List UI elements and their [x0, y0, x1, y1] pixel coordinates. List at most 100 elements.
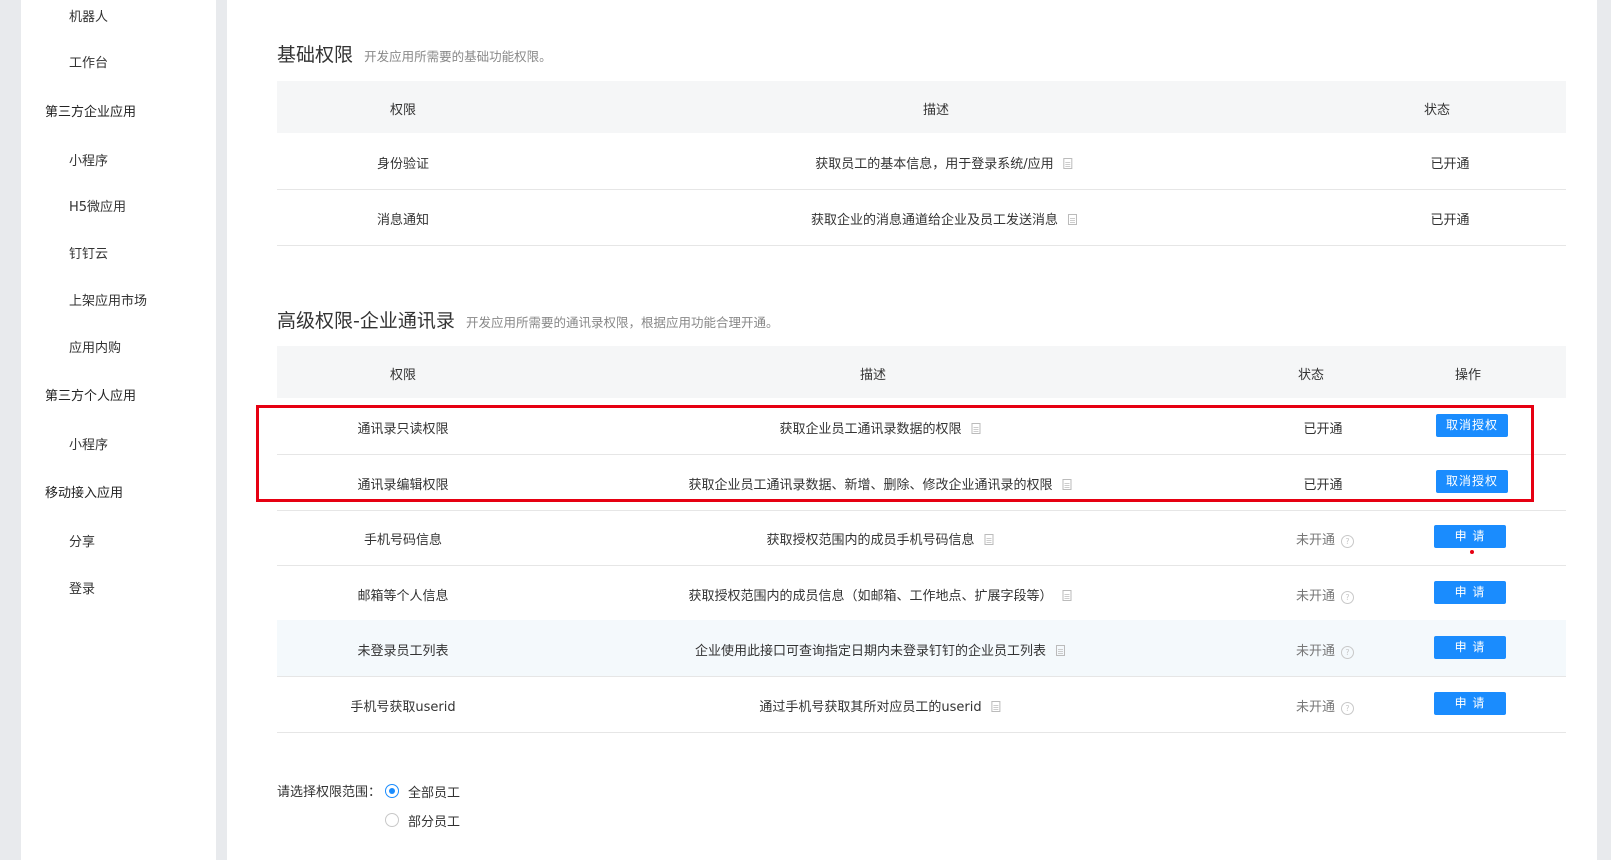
document-icon[interactable]: [1063, 158, 1073, 169]
perm-status: 未开通: [1295, 700, 1336, 715]
annotation-dot: [1470, 550, 1474, 554]
apply-button[interactable]: 申 请: [1434, 692, 1506, 715]
col-status: 状态: [1423, 103, 1451, 118]
sidebar-item-login[interactable]: 登录: [69, 578, 95, 597]
question-icon[interactable]: ?: [1341, 591, 1355, 604]
perm-name: 手机号码信息: [363, 533, 443, 548]
sidebar-item-dingtalk-cloud[interactable]: 钉钉云: [69, 243, 108, 262]
perm-desc: 通过手机号获取其所对应员工的userid: [759, 700, 982, 715]
apply-button[interactable]: 申 请: [1434, 525, 1506, 548]
perm-status: 已开通: [1430, 157, 1470, 172]
sidebar-item-robot[interactable]: 机器人: [69, 6, 108, 25]
sidebar: 机器人 工作台 第三方企业应用 小程序 H5微应用 钉钉云 上架应用市场 应用内…: [21, 0, 216, 860]
scope-label: 请选择权限范围：: [277, 785, 382, 800]
perm-status-wrap: 未开通?: [1295, 585, 1355, 604]
perm-desc-wrap: 获取企业员工通讯录数据的权限: [779, 418, 981, 437]
table-row: 手机号获取userid 通过手机号获取其所对应员工的userid 未开通? 申 …: [277, 676, 1566, 733]
perm-desc-wrap: 获取授权范围内的成员信息（如邮箱、工作地点、扩展字段等）: [688, 585, 1072, 604]
document-icon[interactable]: [1068, 214, 1078, 225]
question-icon[interactable]: ?: [1341, 646, 1355, 659]
perm-status-wrap: 未开通?: [1295, 696, 1355, 715]
sidebar-item-h5-micro-app[interactable]: H5微应用: [69, 196, 126, 215]
apply-button[interactable]: 申 请: [1434, 636, 1506, 659]
col-desc: 描述: [859, 368, 887, 383]
advanced-desc: 开发应用所需要的通讯录权限，根据应用功能合理开通。: [465, 315, 779, 330]
basic-desc: 开发应用所需要的基础功能权限。: [364, 49, 552, 64]
col-action: 操作: [1454, 368, 1482, 383]
sidebar-item-in-app-purchase[interactable]: 应用内购: [69, 337, 121, 356]
perm-status: 已开通: [1430, 213, 1470, 228]
scope-radio-all[interactable]: [385, 784, 399, 798]
document-icon[interactable]: [991, 701, 1001, 712]
perm-name: 通讯录编辑权限: [357, 478, 449, 493]
perm-desc: 获取员工的基本信息，用于登录系统/应用: [815, 157, 1054, 172]
sidebar-group-mobile-access[interactable]: 移动接入应用: [45, 482, 123, 501]
perm-desc-wrap: 获取企业的消息通道给企业及员工发送消息: [810, 209, 1078, 228]
perm-desc: 获取授权范围内的成员信息（如邮箱、工作地点、扩展字段等）: [688, 589, 1053, 604]
basic-section-title: 基础权限 开发应用所需要的基础功能权限。: [277, 40, 552, 67]
perm-name: 通讯录只读权限: [357, 422, 449, 437]
perm-desc-wrap: 获取企业员工通讯录数据、新增、删除、修改企业通讯录的权限: [688, 474, 1072, 493]
table-row: 身份验证 获取员工的基本信息，用于登录系统/应用 已开通: [277, 133, 1566, 190]
sidebar-item-mini-program-personal[interactable]: 小程序: [69, 434, 108, 453]
sidebar-item-share[interactable]: 分享: [69, 531, 95, 550]
sidebar-group-third-party-personal[interactable]: 第三方个人应用: [45, 385, 136, 404]
document-icon[interactable]: [1056, 645, 1066, 656]
scope-option-partial-label[interactable]: 部分员工: [408, 811, 460, 830]
col-perm: 权限: [389, 368, 417, 383]
perm-status: 未开通: [1295, 644, 1336, 659]
perm-name: 未登录员工列表: [357, 644, 449, 659]
perm-desc-wrap: 获取授权范围内的成员手机号码信息: [766, 529, 994, 548]
table-row: 未登录员工列表 企业使用此接口可查询指定日期内未登录钉钉的企业员工列表 未开通?…: [277, 620, 1566, 677]
document-icon[interactable]: [984, 534, 994, 545]
document-icon[interactable]: [1062, 590, 1072, 601]
perm-status-wrap: 未开通?: [1295, 640, 1355, 659]
perm-name: 邮箱等个人信息: [357, 589, 449, 604]
advanced-title: 高级权限-企业通讯录: [277, 310, 455, 332]
sidebar-group-third-party-enterprise[interactable]: 第三方企业应用: [45, 101, 136, 120]
sidebar-item-mini-program[interactable]: 小程序: [69, 150, 108, 169]
sidebar-item-workbench[interactable]: 工作台: [69, 52, 108, 71]
scope-radio-partial[interactable]: [385, 813, 399, 827]
perm-name: 身份验证: [376, 157, 430, 172]
basic-title: 基础权限: [277, 44, 354, 66]
perm-desc: 企业使用此接口可查询指定日期内未登录钉钉的企业员工列表: [694, 644, 1047, 659]
table-row: 通讯录编辑权限 获取企业员工通讯录数据、新增、删除、修改企业通讯录的权限 已开通…: [277, 454, 1566, 511]
table-row: 手机号码信息 获取授权范围内的成员手机号码信息 未开通? 申 请: [277, 509, 1566, 566]
document-icon[interactable]: [1062, 479, 1072, 490]
scope-option-all-label[interactable]: 全部员工: [408, 782, 460, 801]
advanced-section-title: 高级权限-企业通讯录 开发应用所需要的通讯录权限，根据应用功能合理开通。: [277, 306, 778, 333]
perm-desc: 获取企业员工通讯录数据、新增、删除、修改企业通讯录的权限: [688, 478, 1053, 493]
table-header: 权限 描述 状态 操作: [277, 346, 1566, 398]
sidebar-item-app-market[interactable]: 上架应用市场: [69, 290, 147, 309]
perm-name: 消息通知: [376, 213, 430, 228]
advanced-permission-table: 权限 描述 状态 操作 通讯录只读权限 获取企业员工通讯录数据的权限 已开通 取…: [277, 346, 1566, 733]
perm-desc: 获取授权范围内的成员手机号码信息: [766, 533, 975, 548]
question-icon[interactable]: ?: [1341, 702, 1355, 715]
table-header: 权限 描述 状态: [277, 81, 1566, 133]
perm-status: 未开通: [1295, 533, 1336, 548]
apply-button[interactable]: 申 请: [1434, 581, 1506, 604]
table-row: 通讯录只读权限 获取企业员工通讯录数据的权限 已开通 取消授权: [277, 398, 1566, 455]
perm-name: 手机号获取userid: [350, 700, 456, 715]
revoke-button[interactable]: 取消授权: [1436, 470, 1508, 493]
perm-desc: 获取企业的消息通道给企业及员工发送消息: [810, 213, 1059, 228]
perm-desc-wrap: 获取员工的基本信息，用于登录系统/应用: [815, 153, 1073, 172]
basic-permission-table: 权限 描述 状态 身份验证 获取员工的基本信息，用于登录系统/应用 已开通 消息…: [277, 81, 1566, 246]
question-icon[interactable]: ?: [1341, 535, 1355, 548]
col-desc: 描述: [922, 103, 950, 118]
revoke-button[interactable]: 取消授权: [1436, 414, 1508, 437]
main-content: 基础权限 开发应用所需要的基础功能权限。 权限 描述 状态 身份验证 获取员工的…: [227, 0, 1597, 860]
col-status: 状态: [1297, 368, 1325, 383]
perm-status-wrap: 未开通?: [1295, 529, 1355, 548]
table-row: 消息通知 获取企业的消息通道给企业及员工发送消息 已开通: [277, 189, 1566, 246]
perm-status: 未开通: [1295, 589, 1336, 604]
col-perm: 权限: [389, 103, 417, 118]
perm-desc-wrap: 通过手机号获取其所对应员工的userid: [759, 696, 1001, 715]
perm-desc: 获取企业员工通讯录数据的权限: [779, 422, 962, 437]
table-row: 邮箱等个人信息 获取授权范围内的成员信息（如邮箱、工作地点、扩展字段等） 未开通…: [277, 565, 1566, 622]
document-icon[interactable]: [971, 423, 981, 434]
perm-status: 已开通: [1303, 422, 1343, 437]
perm-status: 已开通: [1303, 478, 1343, 493]
perm-desc-wrap: 企业使用此接口可查询指定日期内未登录钉钉的企业员工列表: [694, 640, 1066, 659]
